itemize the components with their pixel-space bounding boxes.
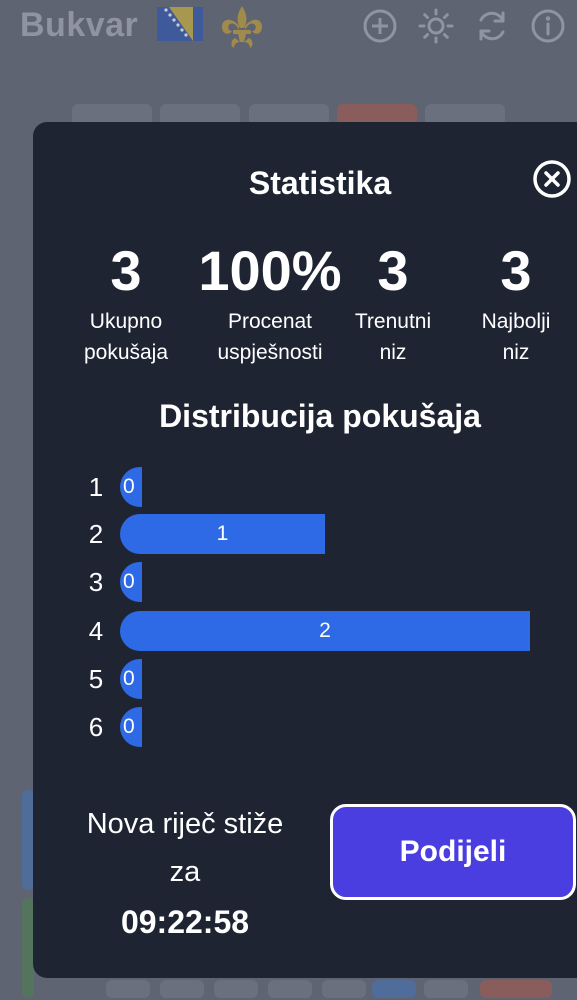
countdown-label: za: [169, 856, 201, 888]
plus-circle-icon[interactable]: [362, 8, 398, 44]
stat-success-rate: 100% Procenat uspješnosti: [190, 240, 350, 368]
distribution-bar: 2: [120, 611, 530, 651]
distribution-bar: 0: [120, 707, 142, 747]
modal-title: Statistika: [248, 165, 392, 201]
guess-number: 3: [88, 567, 104, 597]
stat-label: Ukupno pokušaja: [74, 306, 178, 368]
keyboard-key: [424, 980, 468, 998]
keyboard-key: [372, 980, 416, 998]
stat-label-line: uspješnosti: [217, 341, 323, 364]
app-header: Bukvar: [0, 0, 577, 60]
fleur-de-lis-icon: [222, 6, 262, 48]
guess-number: 1: [88, 472, 104, 502]
keyboard-key: [214, 980, 258, 998]
next-word-countdown: Nova riječ stiže za 09:22:58: [62, 800, 308, 946]
stat-value: 3: [377, 239, 409, 302]
guess-number: 2: [88, 519, 104, 549]
guess-number: 6: [88, 712, 104, 742]
distribution-row: 6 0: [80, 707, 560, 747]
app-title: Bukvar: [20, 6, 139, 44]
stat-label: Najbolji niz: [466, 306, 566, 368]
bosnia-flag-icon: [157, 7, 203, 41]
distribution-row: 1 0: [80, 467, 560, 507]
distribution-bar: 0: [120, 659, 142, 699]
distribution-bar: 0: [120, 562, 142, 602]
stat-best-streak: 3 Najbolji niz: [466, 240, 566, 368]
stat-label-line: niz: [502, 341, 530, 364]
stat-label-line: pokušaja: [83, 341, 169, 364]
distribution-bar: 1: [120, 514, 325, 554]
distribution-bar: 0: [120, 467, 142, 507]
stat-total-attempts: 3 Ukupno pokušaja: [74, 240, 178, 368]
keyboard-key: [268, 980, 312, 998]
distribution-row: 3 0: [80, 562, 560, 602]
close-icon[interactable]: [530, 157, 574, 201]
distribution-title: Distribucija pokušaja: [159, 398, 481, 434]
stat-label-line: niz: [379, 341, 407, 364]
distribution-row: 2 1: [80, 514, 560, 554]
sun-icon[interactable]: [418, 8, 454, 44]
stat-label-line: Najbolji: [481, 310, 551, 333]
countdown-label: Nova riječ stiže: [86, 808, 284, 840]
stat-label: Trenutni niz: [342, 306, 444, 368]
stat-label: Procenat uspješnosti: [190, 306, 350, 368]
guess-number: 5: [88, 664, 104, 694]
keyboard-key: [106, 980, 150, 998]
share-button[interactable]: Podijeli: [330, 804, 576, 900]
stat-label-line: Procenat: [227, 310, 313, 333]
distribution-row: 4 2: [80, 611, 560, 651]
countdown-time: 09:22:58: [120, 904, 250, 940]
guess-number: 4: [88, 616, 104, 646]
stat-value: 100%: [198, 239, 342, 302]
keyboard-key: [322, 980, 366, 998]
keyboard-key: [160, 980, 204, 998]
stat-value: 3: [500, 239, 532, 302]
stat-value: 3: [110, 239, 142, 302]
keyboard-key: [480, 980, 552, 998]
stat-label-line: Ukupno: [89, 310, 163, 333]
distribution-row: 5 0: [80, 659, 560, 699]
stat-label-line: Trenutni: [354, 310, 432, 333]
info-icon[interactable]: [530, 8, 566, 44]
refresh-icon[interactable]: [474, 8, 510, 44]
stat-current-streak: 3 Trenutni niz: [342, 240, 444, 368]
